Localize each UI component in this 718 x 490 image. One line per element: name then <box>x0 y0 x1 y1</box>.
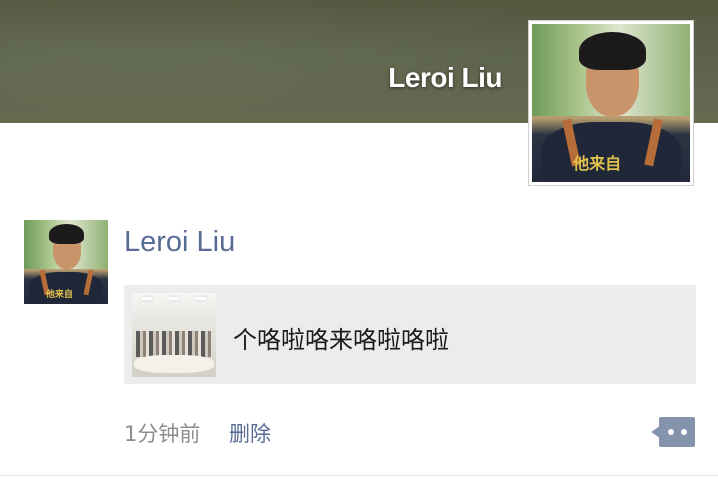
divider <box>0 475 718 476</box>
link-thumbnail <box>132 293 216 377</box>
avatar-photo: 他来自 <box>532 24 690 182</box>
profile-avatar[interactable]: 他来自 <box>528 20 694 186</box>
cover-user-name: Leroi Liu <box>388 62 502 93</box>
avatar-photo: 他来自 <box>24 220 108 304</box>
post-author-name[interactable]: Leroi Liu <box>124 226 235 259</box>
comment-dots-icon[interactable] <box>651 417 695 447</box>
post-timestamp: 1分钟前 <box>124 422 201 446</box>
post-author-avatar[interactable]: 他来自 <box>24 220 108 304</box>
shared-link-card[interactable]: 个咯啦咯来咯啦咯啦 <box>124 285 696 384</box>
link-title: 个咯啦咯来咯啦咯啦 <box>233 326 449 354</box>
avatar-shirt-text: 他来自 <box>573 154 622 174</box>
delete-button[interactable]: 删除 <box>229 418 271 448</box>
avatar-shirt-text: 他来自 <box>45 290 73 301</box>
